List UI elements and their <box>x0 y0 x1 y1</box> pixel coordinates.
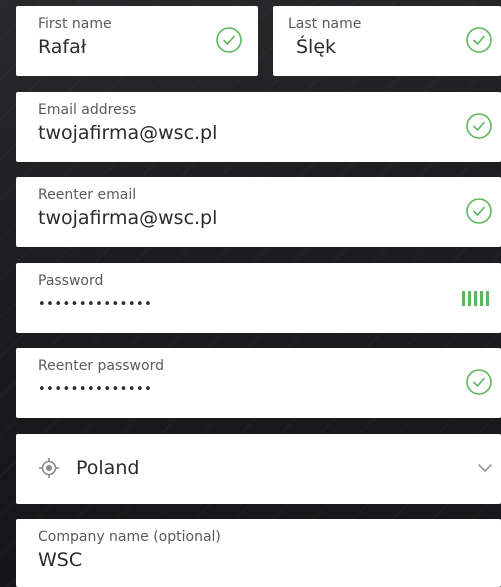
reenter-email-label: Reenter email <box>38 187 137 203</box>
location-target-icon <box>39 458 59 478</box>
country-value: Poland <box>76 457 140 479</box>
reenter-password-field[interactable]: Reenter password •••••••••••••• <box>16 348 501 418</box>
strength-bar <box>480 291 483 306</box>
company-field[interactable]: Company name (optional) WSC <box>16 519 501 587</box>
company-label: Company name (optional) <box>38 529 221 545</box>
strength-bar <box>462 291 465 306</box>
company-value[interactable]: WSC <box>38 548 82 572</box>
country-select[interactable]: Poland <box>16 434 501 504</box>
strength-bar <box>474 291 477 306</box>
reenter-password-value[interactable]: •••••••••••••• <box>38 378 152 402</box>
first-name-value[interactable]: Rafał <box>38 35 86 59</box>
first-name-field[interactable]: First name Rafał <box>16 6 258 76</box>
chevron-down-icon[interactable] <box>477 462 493 474</box>
reenter-email-field[interactable]: Reenter email twojafirma@wsc.pl <box>16 177 501 247</box>
check-circle-icon <box>466 369 492 395</box>
reenter-email-value[interactable]: twojafirma@wsc.pl <box>38 206 217 230</box>
email-value[interactable]: twojafirma@wsc.pl <box>38 121 217 145</box>
reenter-password-label: Reenter password <box>38 358 164 374</box>
email-label: Email address <box>38 102 137 118</box>
email-field[interactable]: Email address twojafirma@wsc.pl <box>16 92 501 162</box>
password-label: Password <box>38 273 104 289</box>
password-strength-meter <box>462 291 489 306</box>
strength-bar <box>468 291 471 306</box>
last-name-label: Last name <box>288 16 362 32</box>
strength-bar <box>486 291 489 306</box>
check-circle-icon <box>466 27 492 53</box>
password-field[interactable]: Password •••••••••••••• <box>16 263 501 333</box>
check-circle-icon <box>466 198 492 224</box>
last-name-field[interactable]: Last name Ślęk <box>273 6 501 76</box>
last-name-value[interactable]: Ślęk <box>296 35 336 59</box>
first-name-label: First name <box>38 16 112 32</box>
check-circle-icon <box>466 113 492 139</box>
check-circle-icon <box>216 27 242 53</box>
password-value[interactable]: •••••••••••••• <box>38 293 152 317</box>
